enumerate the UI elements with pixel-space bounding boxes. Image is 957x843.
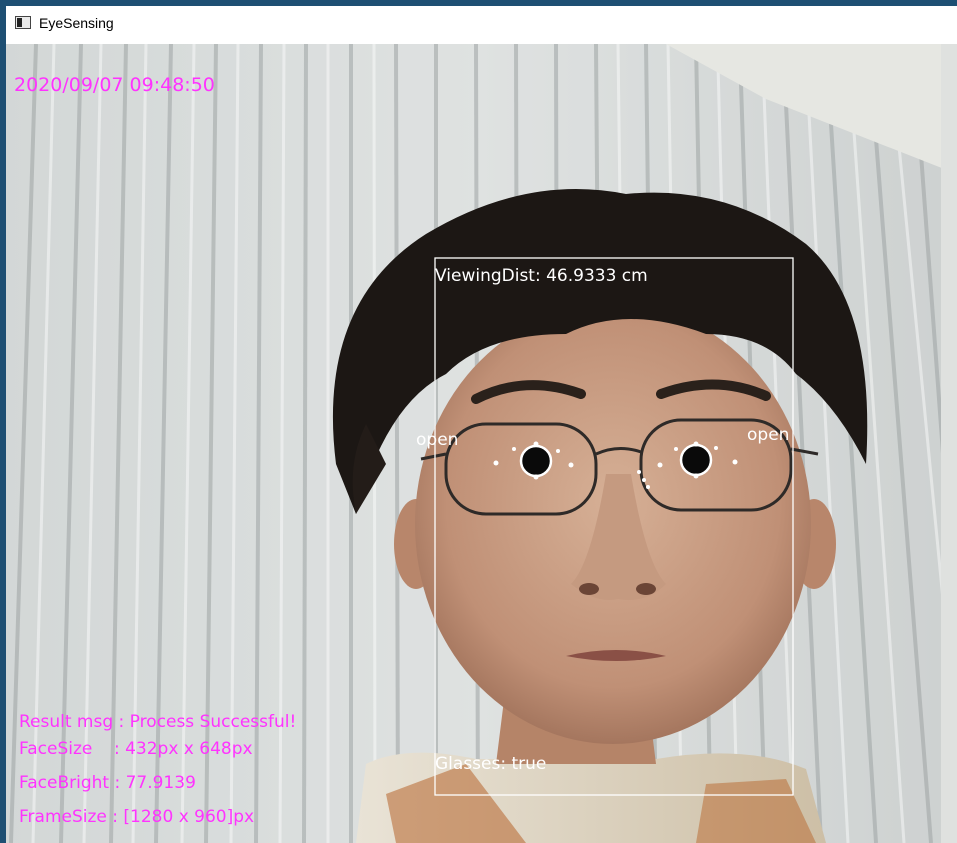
glasses-label: Glasses: true	[435, 754, 547, 774]
frame-size-label: FrameSize : [1280 x 960]px	[19, 807, 255, 827]
left-eye-state-label: open	[416, 430, 459, 450]
timestamp-label: 2020/09/07 09:48:50	[14, 74, 215, 96]
face-size-label: FaceSize : 432px x 648px	[19, 739, 253, 759]
right-eye-state-label: open	[747, 425, 790, 445]
title-bar[interactable]: EyeSensing	[6, 6, 957, 44]
face-bright-label: FaceBright : 77.9139	[19, 773, 196, 793]
viewing-distance-label: ViewingDist: 46.9333 cm	[435, 266, 648, 286]
window-app-icon[interactable]	[15, 16, 31, 29]
eyesensing-window: EyeSensing 2020/09/07 09:48:50 ViewingDi…	[6, 6, 957, 843]
window-title: EyeSensing	[39, 15, 114, 31]
camera-view: 2020/09/07 09:48:50 ViewingDist: 46.9333…	[6, 44, 957, 843]
result-msg-label: Result msg : Process Successful!	[19, 712, 297, 732]
